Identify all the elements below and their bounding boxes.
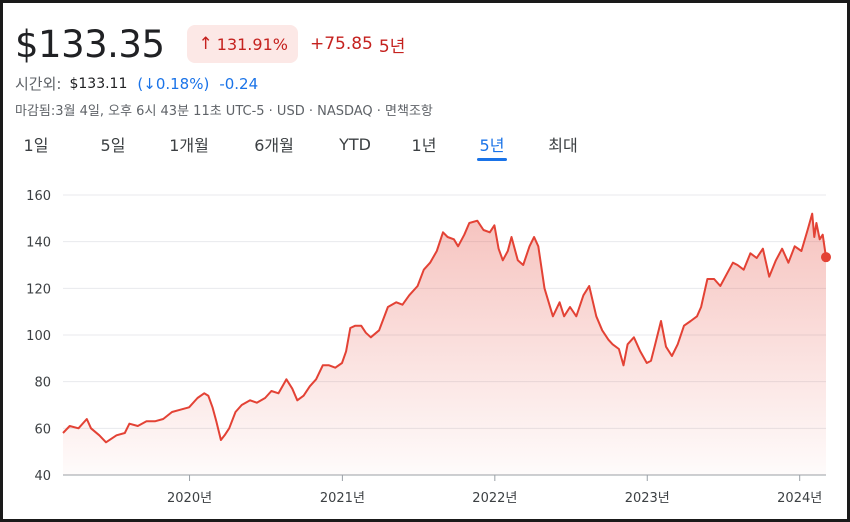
tab-1d[interactable]: 1일 <box>23 129 49 159</box>
after-hours-row: 시간외: $133.11 (↓0.18%) -0.24 <box>15 73 258 94</box>
change-percent: 131.91% <box>216 34 288 54</box>
x-tick-label: 2022년 <box>472 491 517 506</box>
tab-1m[interactable]: 1개월 <box>167 129 211 159</box>
x-tick-label: 2023년 <box>625 491 670 506</box>
time-range-tabs: 1일 5일 1개월 6개월 YTD 1년 5년 최대 <box>23 129 581 161</box>
tab-ytd[interactable]: YTD <box>337 129 373 159</box>
price-area-fill <box>63 213 826 475</box>
tab-6m[interactable]: 6개월 <box>251 129 297 159</box>
arrow-up-icon: ↑ <box>198 34 213 54</box>
change-percent-badge: ↑ 131.91% <box>186 25 298 63</box>
x-tick-label: 2024년 <box>777 491 822 506</box>
y-tick-label: 100 <box>26 329 51 344</box>
y-tick-label: 40 <box>34 469 51 484</box>
after-hours-percent-value: 0.18% <box>155 74 204 93</box>
chart-x-axis: 2020년 2021년 2022년 2023년 2024년 <box>167 475 822 506</box>
tab-max[interactable]: 최대 <box>545 129 581 159</box>
stock-quote-panel: $133.35 ↑ 131.91% +75.85 5년 시간외: $133.11… <box>0 0 850 522</box>
y-tick-label: 140 <box>26 236 51 251</box>
tab-5y[interactable]: 5년 <box>477 129 507 161</box>
price-chart[interactable]: 406080100120140160 2020년 2021년 2022년 2023년 2… <box>3 163 847 518</box>
y-tick-label: 60 <box>34 422 51 437</box>
last-price-marker[interactable] <box>821 252 831 263</box>
x-tick-label: 2021년 <box>320 491 365 506</box>
current-price: $133.35 <box>15 22 165 66</box>
arrow-down-icon: ↓ <box>143 74 156 93</box>
after-hours-price: $133.11 <box>69 75 128 92</box>
market-status-line: 마감됨:3월 4일, 오후 6시 43분 11초 UTC-5 · USD · N… <box>15 104 433 119</box>
after-hours-label: 시간외: <box>15 75 62 93</box>
price-header: $133.35 ↑ 131.91% +75.85 5년 <box>15 21 405 67</box>
y-tick-label: 80 <box>34 376 51 391</box>
change-period: 5년 <box>378 36 406 57</box>
y-tick-label: 160 <box>26 189 51 204</box>
change-amount: +75.85 <box>309 34 373 54</box>
after-hours-change: -0.24 <box>219 74 259 93</box>
after-hours-percent: (↓0.18%) <box>137 74 210 93</box>
tab-5d[interactable]: 5일 <box>99 129 127 159</box>
x-tick-label: 2020년 <box>167 491 212 506</box>
tab-1y[interactable]: 1년 <box>411 129 437 159</box>
y-tick-label: 120 <box>26 282 51 297</box>
